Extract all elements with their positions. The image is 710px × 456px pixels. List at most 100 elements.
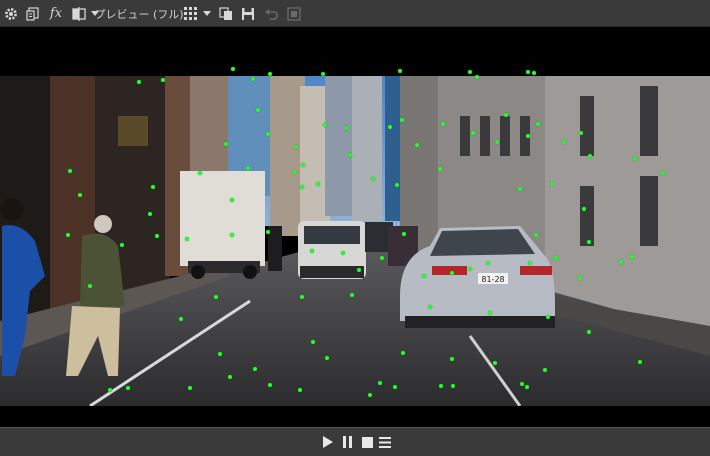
- save-frame-icon[interactable]: [240, 3, 256, 24]
- tracking-point: [588, 154, 592, 158]
- tracking-point: [415, 143, 419, 147]
- tracking-point: [398, 69, 402, 73]
- transport-bar: [0, 427, 710, 456]
- export-icon[interactable]: [25, 3, 41, 24]
- menu-icon[interactable]: [378, 435, 392, 449]
- tracking-point: [179, 317, 183, 321]
- tracking-point: [550, 182, 554, 186]
- tracking-point: [633, 157, 637, 161]
- preview-quality-label: プレビュー (フル): [94, 7, 184, 21]
- tracking-point: [185, 237, 189, 241]
- tracking-point: [450, 271, 454, 275]
- compare-icon[interactable]: [71, 3, 87, 24]
- tracking-point: [368, 393, 372, 397]
- tracking-point: [439, 384, 443, 388]
- grid-icon[interactable]: [182, 3, 198, 24]
- tracking-point: [438, 167, 442, 171]
- tracking-point: [253, 367, 257, 371]
- tracking-point: [534, 233, 538, 237]
- undo-icon[interactable]: [263, 3, 279, 24]
- tracking-point: [311, 340, 315, 344]
- tracking-point: [661, 171, 665, 175]
- disabled-icon[interactable]: [286, 3, 302, 24]
- tracking-point: [268, 383, 272, 387]
- tracking-point: [310, 249, 314, 253]
- play-icon[interactable]: [320, 435, 334, 449]
- tracking-point: [401, 351, 405, 355]
- tracking-point: [554, 256, 558, 260]
- tracking-point: [137, 80, 141, 84]
- tracking-point: [428, 305, 432, 309]
- tracking-point: [68, 169, 72, 173]
- tracking-point: [526, 70, 530, 74]
- tracking-point: [357, 268, 361, 272]
- tracking-point: [619, 260, 623, 264]
- tracking-point: [108, 388, 112, 392]
- tracking-point: [578, 276, 582, 280]
- tracking-point: [341, 251, 345, 255]
- stop-icon[interactable]: [360, 435, 374, 449]
- tracking-point: [388, 125, 392, 129]
- preview-quality-dropdown[interactable]: プレビュー (フル): [94, 3, 183, 24]
- tracking-point: [228, 375, 232, 379]
- tracking-point: [400, 118, 404, 122]
- tracking-point: [218, 352, 222, 356]
- tracking-point: [451, 384, 455, 388]
- tracking-point: [486, 261, 490, 265]
- tracking-point: [526, 134, 530, 138]
- tracking-point: [543, 368, 547, 372]
- tracking-point: [546, 315, 550, 319]
- tracking-point: [230, 198, 234, 202]
- tracking-point: [422, 274, 426, 278]
- tracking-point: [582, 207, 586, 211]
- tracking-point: [256, 108, 260, 112]
- tracking-point: [518, 187, 522, 191]
- tracking-point: [587, 240, 591, 244]
- tracking-point: [520, 382, 524, 386]
- tracking-point: [293, 170, 297, 174]
- tracking-point: [528, 261, 532, 265]
- tracking-point: [630, 255, 634, 259]
- tracking-point: [316, 182, 320, 186]
- tracking-point: [266, 132, 270, 136]
- tracking-point: [224, 142, 228, 146]
- pause-icon[interactable]: [340, 435, 354, 449]
- tracking-point: [148, 212, 152, 216]
- preview-toolbar: fx プレビュー (フル): [0, 0, 710, 27]
- tracking-point: [198, 171, 202, 175]
- tracking-point: [493, 361, 497, 365]
- tracking-point: [66, 233, 70, 237]
- tracking-point: [298, 388, 302, 392]
- tracking-point: [301, 163, 305, 167]
- gear-icon[interactable]: [3, 3, 19, 24]
- fx-icon[interactable]: fx: [48, 3, 64, 24]
- tracking-point: [638, 360, 642, 364]
- tracking-point: [393, 385, 397, 389]
- tracking-point: [231, 67, 235, 71]
- tracking-point: [155, 234, 159, 238]
- tracking-point: [378, 381, 382, 385]
- tracking-point: [266, 230, 270, 234]
- tracking-point: [536, 122, 540, 126]
- tracking-point: [300, 295, 304, 299]
- preview-viewer[interactable]: 81-28: [0, 27, 710, 427]
- copy-frame-icon[interactable]: [218, 3, 234, 24]
- tracking-point: [230, 233, 234, 237]
- tracking-point: [371, 177, 375, 181]
- chevron-down-icon[interactable]: [202, 3, 212, 24]
- tracking-point: [151, 185, 155, 189]
- tracking-point: [587, 330, 591, 334]
- tracking-point: [504, 113, 508, 117]
- tracking-point: [325, 356, 329, 360]
- tracking-point: [78, 193, 82, 197]
- tracking-point: [268, 72, 272, 76]
- tracking-point: [348, 153, 352, 157]
- tracking-point: [294, 145, 298, 149]
- tracking-point: [475, 75, 479, 79]
- tracking-point: [246, 166, 250, 170]
- tracking-point: [251, 77, 255, 81]
- tracking-point: [441, 122, 445, 126]
- tracking-point: [350, 293, 354, 297]
- tracking-point: [126, 386, 130, 390]
- tracking-point: [120, 243, 124, 247]
